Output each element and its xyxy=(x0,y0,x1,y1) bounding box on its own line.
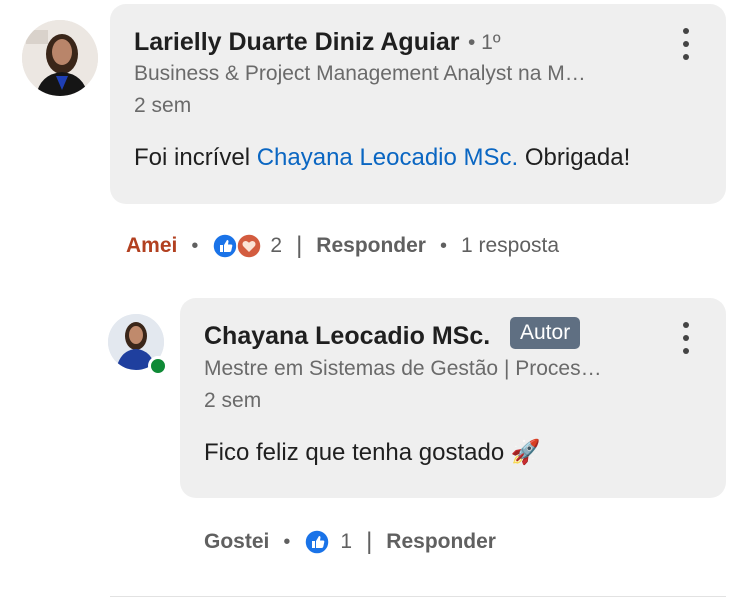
comment-text-suffix: Obrigada! xyxy=(518,144,631,171)
more-options-icon[interactable] xyxy=(680,28,692,60)
comment-text-prefix: Foi incrível xyxy=(134,144,257,171)
comment-text: Foi incrível Chayana Leocadio MSc. Obrig… xyxy=(134,144,630,172)
mention-link[interactable]: Chayana Leocadio MSc. xyxy=(257,144,519,171)
avatar[interactable] xyxy=(22,20,98,96)
reaction-summary[interactable] xyxy=(304,529,332,555)
bar-separator: | xyxy=(366,528,373,555)
dot-separator: • xyxy=(283,530,291,553)
comment-timestamp: 2 sem xyxy=(204,389,262,412)
reaction-summary[interactable] xyxy=(212,233,263,259)
comment-author-name[interactable]: Larielly Duarte Diniz Aguiar xyxy=(134,28,460,57)
bar-separator: | xyxy=(296,232,303,259)
reaction-button[interactable]: Amei xyxy=(126,234,177,258)
comment-actions: Amei • 2 | Responder • 1 resposta xyxy=(126,232,559,260)
reply-button[interactable]: Responder xyxy=(386,530,496,554)
like-reaction-icon xyxy=(304,529,331,555)
reply-button[interactable]: Responder xyxy=(316,234,426,258)
reaction-count[interactable]: 2 xyxy=(270,234,282,258)
reaction-button[interactable]: Gostei xyxy=(204,530,269,554)
love-reaction-icon xyxy=(236,233,263,259)
reaction-count[interactable]: 1 xyxy=(340,530,352,554)
replies-count-link[interactable]: 1 resposta xyxy=(461,234,559,258)
online-status-icon xyxy=(148,356,168,376)
connection-degree: • 1º xyxy=(468,31,501,54)
comment-timestamp: 2 sem xyxy=(134,94,192,117)
author-headline: Mestre em Sistemas de Gestão | Proces… xyxy=(204,357,602,380)
comment-actions: Gostei • 1 | Responder xyxy=(204,528,496,556)
more-options-icon[interactable] xyxy=(680,322,692,354)
author-badge: Autor xyxy=(510,317,581,349)
dot-separator: • xyxy=(191,234,199,257)
comment-author-name[interactable]: Chayana Leocadio MSc. xyxy=(204,322,490,351)
dot-separator: • xyxy=(439,234,447,257)
comment-text: Fico feliz que tenha gostado 🚀 xyxy=(204,439,541,466)
author-headline: Business & Project Management Analyst na… xyxy=(134,62,586,85)
divider xyxy=(110,596,726,597)
